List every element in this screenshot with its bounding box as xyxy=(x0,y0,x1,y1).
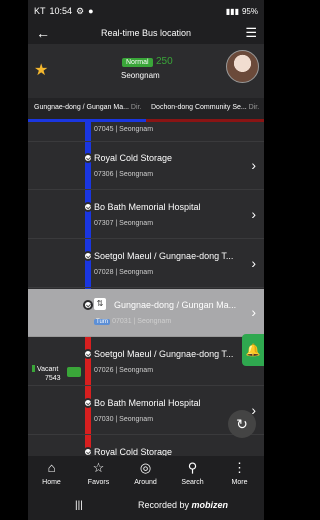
home-icon: ⌂ xyxy=(47,460,56,475)
bus-plate: 7543 xyxy=(45,375,61,382)
favorite-star-icon[interactable]: ★ xyxy=(34,60,48,80)
bus-marker[interactable]: Vacant 7543 xyxy=(32,365,82,385)
turnaround-stop-icon: ⇅ xyxy=(94,298,106,310)
stop-node xyxy=(83,153,93,163)
search-icon: ⚲ xyxy=(187,460,198,475)
route-status-badge: Normal xyxy=(122,58,153,67)
tab-direction-2[interactable]: Dochon-dong Community Se... Dir. xyxy=(151,104,259,111)
route-info: ★ Normal 250 Seongnam xyxy=(28,44,264,98)
stop-node xyxy=(83,300,93,310)
settings-icon: ⚙ xyxy=(76,5,85,16)
page-title: Real-time Bus location xyxy=(100,28,192,38)
stop-node xyxy=(83,349,93,359)
bottom-nav: ⌂ Home ☆ Favors ◎ Around ⚲ Search ⋮ More xyxy=(28,456,264,496)
battery-level: 95% xyxy=(241,6,258,16)
route-number: 250 xyxy=(156,56,173,67)
route-city: Seongnam xyxy=(121,71,160,80)
list-item[interactable]: 07045 | Seongnam xyxy=(28,122,264,142)
notification-icon: ● xyxy=(88,6,94,16)
signal-icon: ▮▮▮ xyxy=(225,6,239,16)
clock: 10:54 xyxy=(49,6,73,16)
nav-more[interactable]: ⋮ More xyxy=(216,460,263,486)
recording-watermark: Recorded by mobizen xyxy=(138,500,229,510)
direction-tabs: Gungnae-dong / Gungan Ma... Dir. Dochon-… xyxy=(28,98,264,120)
bus-icon xyxy=(67,367,81,377)
avatar[interactable] xyxy=(226,50,259,83)
chevron-right-icon: › xyxy=(251,206,256,222)
nav-favors[interactable]: ☆ Favors xyxy=(75,460,122,486)
alarm-bell-icon[interactable]: 🔔 xyxy=(242,334,264,366)
list-item[interactable]: Bo Bath Memorial Hospital 07307 | Seongn… xyxy=(28,191,264,239)
menu-icon[interactable]: ☰ xyxy=(245,25,257,41)
chevron-right-icon: › xyxy=(251,304,256,320)
list-item[interactable]: Royal Cold Storage xyxy=(28,436,264,456)
location-pin-icon: ◎ xyxy=(139,460,152,475)
turn-badge: Turn xyxy=(94,319,111,325)
bus-status: Vacant xyxy=(32,365,58,373)
header: ← Real-time Bus location ☰ xyxy=(28,22,264,44)
star-icon: ☆ xyxy=(92,460,105,475)
tab-direction-1[interactable]: Gungnae-dong / Gungan Ma... Dir. xyxy=(34,104,141,111)
status-bar: KT 10:54 ⚙ ● ▮▮▮ 95% xyxy=(28,0,264,22)
chevron-right-icon: › xyxy=(251,157,256,173)
stop-node xyxy=(83,251,93,261)
nav-home[interactable]: ⌂ Home xyxy=(28,460,75,486)
nav-search[interactable]: ⚲ Search xyxy=(169,460,216,486)
back-arrow-icon[interactable]: ← xyxy=(36,25,50,41)
list-item[interactable]: Soetgol Maeul / Gungnae-dong T... 07028 … xyxy=(28,240,264,288)
more-icon: ⋮ xyxy=(233,460,246,475)
nav-around[interactable]: ◎ Around xyxy=(122,460,169,486)
stop-list: 07045 | Seongnam Royal Cold Storage 0730… xyxy=(28,122,264,456)
list-item[interactable]: Royal Cold Storage 07306 | Seongnam › xyxy=(28,142,264,190)
list-item-current[interactable]: ⇅ Gungnae-dong / Gungan Ma... Turn 07031 … xyxy=(28,289,264,337)
carrier: KT xyxy=(34,6,46,16)
recents-button[interactable]: ||| xyxy=(75,500,83,511)
refresh-icon[interactable]: ↻ xyxy=(228,410,256,438)
app-panel: KT 10:54 ⚙ ● ▮▮▮ 95% ← Real-time Bus loc… xyxy=(28,0,264,520)
chevron-right-icon: › xyxy=(251,255,256,271)
stop-node xyxy=(83,202,93,212)
screen: KT 10:54 ⚙ ● ▮▮▮ 95% ← Real-time Bus loc… xyxy=(0,0,292,520)
stop-node xyxy=(83,398,93,408)
